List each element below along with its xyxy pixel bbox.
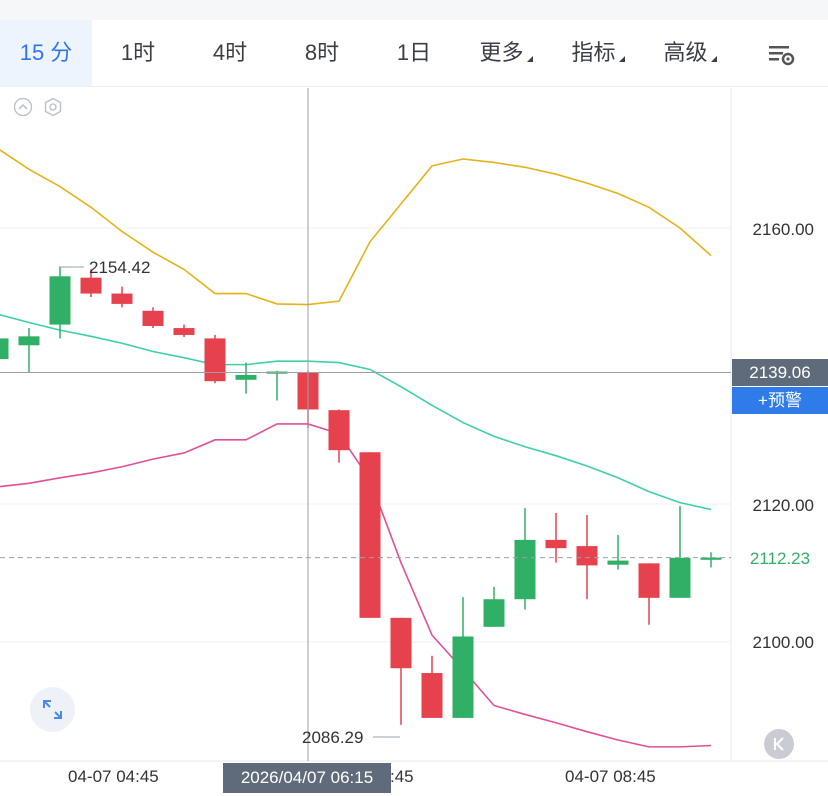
high-annotation: 2154.42 <box>89 258 151 277</box>
jump-to-latest-icon[interactable] <box>764 729 794 759</box>
candle-body-up <box>452 636 474 718</box>
low-annotation: 2086.29 <box>302 728 364 747</box>
candle-body-down <box>545 539 567 549</box>
crosshair-time-label: 2026/04/07 06:15 <box>223 763 391 793</box>
candle-body-up <box>235 374 257 380</box>
chevron-up-icon[interactable] <box>13 97 33 117</box>
crosshair-price-label: 2139.06 <box>732 359 828 386</box>
candle-body-down <box>111 293 133 304</box>
candle-body-down <box>328 410 350 451</box>
upper-band-line <box>0 149 712 306</box>
candle-body-up <box>669 557 691 598</box>
candle-body-up <box>18 336 40 346</box>
candle-body-down <box>390 617 412 669</box>
price-tick-label: 2120.00 <box>752 496 814 515</box>
time-tick-label: 04-07 04:45 <box>68 767 159 786</box>
candle-body-down <box>576 546 598 566</box>
price-tick-label: 2100.00 <box>752 633 814 652</box>
time-tick-label: 04-07 08:45 <box>565 767 656 786</box>
candle-body-up <box>514 539 536 600</box>
candle-body-down <box>421 673 443 718</box>
last-price-label: 2112.23 <box>749 549 811 568</box>
candlestick-chart[interactable] <box>0 0 828 796</box>
status-strip <box>0 0 828 20</box>
candle-body-up <box>607 560 629 565</box>
expand-arrows-icon[interactable] <box>30 687 75 732</box>
candle-body-down <box>173 328 195 335</box>
candle-body-up <box>483 599 505 627</box>
gear-icon[interactable] <box>43 97 63 117</box>
candle-body-down <box>204 338 226 382</box>
price-tick-label: 2160.00 <box>752 220 814 239</box>
candle-body-up <box>49 276 71 325</box>
candle-body-up <box>0 338 9 360</box>
candle-body-down <box>142 310 164 326</box>
add-alert-button[interactable]: +预警 <box>732 387 828 414</box>
candle-body-down <box>359 452 381 618</box>
candle-body-down <box>80 277 102 294</box>
time-tick-label: :45 <box>390 767 414 786</box>
candle-body-down <box>638 563 660 598</box>
middle-band-line <box>0 313 712 511</box>
